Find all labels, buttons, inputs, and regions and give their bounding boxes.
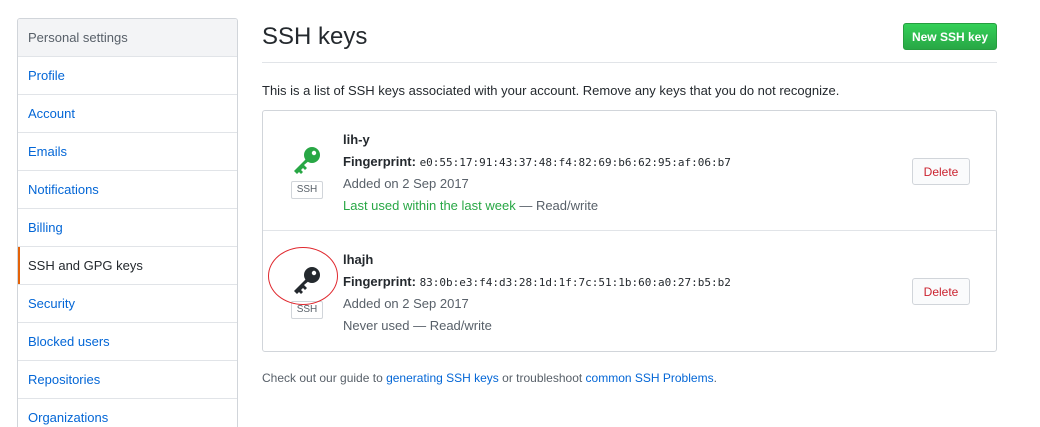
key-fingerprint: Fingerprint: 83:0b:e3:f4:d3:28:1d:1f:7c:…: [343, 274, 731, 289]
footer-prefix: Check out our guide to: [262, 371, 387, 385]
generating-ssh-keys-link[interactable]: generating SSH keys: [386, 371, 499, 385]
sidebar-item-profile[interactable]: Profile: [18, 57, 237, 95]
help-footer: Check out our guide to generating SSH ke…: [262, 371, 717, 385]
title-divider: [262, 62, 997, 63]
fingerprint-label: Fingerprint:: [343, 154, 416, 169]
fingerprint-value: 83:0b:e3:f4:d3:28:1d:1f:7c:51:1b:60:a0:2…: [419, 276, 731, 289]
settings-sidebar: Personal settings Profile Account Emails…: [17, 18, 238, 427]
sidebar-item-ssh-gpg-keys[interactable]: SSH and GPG keys: [18, 247, 237, 285]
annotation-circle: [268, 247, 338, 305]
ssh-badge: SSH: [291, 181, 323, 199]
ssh-key-row: SSH lhajh Fingerprint: 83:0b:e3:f4:d3:28…: [263, 231, 996, 351]
key-usage: Last used within the last week — Read/wr…: [343, 198, 598, 213]
key-access: Never used — Read/write: [343, 318, 492, 333]
ssh-key-row: SSH lih-y Fingerprint: e0:55:17:91:43:37…: [263, 111, 996, 231]
ssh-keys-list: SSH lih-y Fingerprint: e0:55:17:91:43:37…: [262, 110, 997, 352]
key-fingerprint: Fingerprint: e0:55:17:91:43:37:48:f4:82:…: [343, 154, 731, 169]
key-usage: Never used — Read/write: [343, 318, 492, 333]
key-access: — Read/write: [515, 198, 599, 213]
footer-middle: or troubleshoot: [498, 371, 586, 385]
sidebar-item-billing[interactable]: Billing: [18, 209, 237, 247]
delete-key-button[interactable]: Delete: [912, 158, 970, 185]
key-last-used: Last used within the last week: [343, 198, 516, 213]
sidebar-item-security[interactable]: Security: [18, 285, 237, 323]
key-title: lhajh: [343, 252, 374, 267]
key-icon: [294, 147, 320, 174]
new-ssh-key-button[interactable]: New SSH key: [903, 23, 997, 50]
key-added-date: Added on 2 Sep 2017: [343, 296, 469, 311]
delete-key-button[interactable]: Delete: [912, 278, 970, 305]
sidebar-item-emails[interactable]: Emails: [18, 133, 237, 171]
sidebar-item-blocked-users[interactable]: Blocked users: [18, 323, 237, 361]
sidebar-item-notifications[interactable]: Notifications: [18, 171, 237, 209]
page-title: SSH keys: [262, 23, 368, 50]
footer-suffix: .: [713, 371, 717, 385]
sidebar-item-account[interactable]: Account: [18, 95, 237, 133]
sidebar-item-organizations[interactable]: Organizations: [18, 399, 237, 427]
intro-text: This is a list of SSH keys associated wi…: [262, 83, 840, 98]
common-ssh-problems-link[interactable]: common SSH Problems: [586, 371, 714, 385]
sidebar-header: Personal settings: [18, 19, 237, 57]
key-added-date: Added on 2 Sep 2017: [343, 176, 469, 191]
fingerprint-value: e0:55:17:91:43:37:48:f4:82:69:b6:62:95:a…: [419, 156, 731, 169]
fingerprint-label: Fingerprint:: [343, 274, 416, 289]
key-title: lih-y: [343, 132, 370, 147]
sidebar-item-repositories[interactable]: Repositories: [18, 361, 237, 399]
